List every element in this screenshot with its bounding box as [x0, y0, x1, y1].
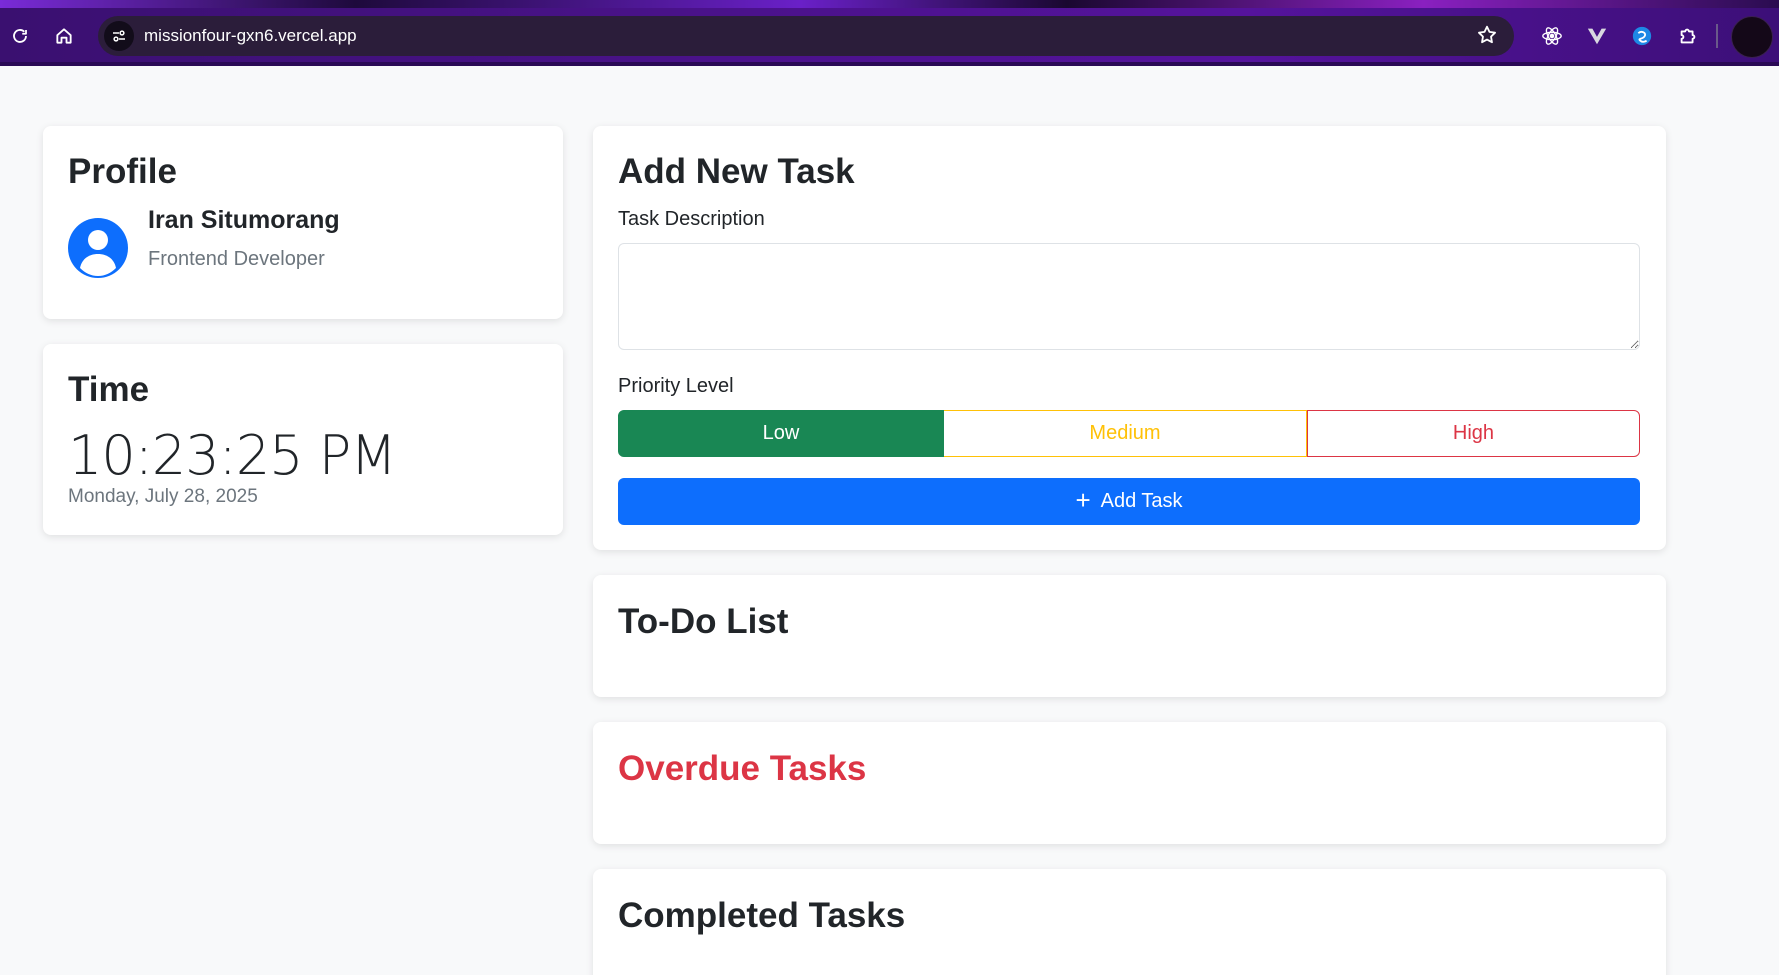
profile-avatar[interactable] — [1731, 16, 1773, 58]
priority-high-button[interactable]: High — [1307, 410, 1640, 457]
overdue-tasks-title: Overdue Tasks — [618, 749, 867, 788]
toolbar-divider — [0, 62, 1779, 66]
react-devtools-icon[interactable] — [1538, 22, 1566, 50]
overdue-tasks-card: Overdue Tasks — [593, 722, 1666, 844]
site-info-icon[interactable] — [104, 21, 134, 51]
priority-button-group: Low Medium High — [618, 410, 1640, 457]
add-task-title: Add New Task — [618, 152, 855, 191]
priority-low-button[interactable]: Low — [618, 410, 944, 457]
profile-card: Profile Iran Situmorang Frontend Develop… — [43, 126, 563, 319]
extensions-puzzle-icon[interactable] — [1674, 22, 1702, 50]
reload-icon[interactable] — [6, 22, 34, 50]
todo-list-title: To-Do List — [618, 602, 789, 641]
url-text[interactable]: missionfour-gxn6.vercel.app — [144, 26, 357, 46]
completed-tasks-title: Completed Tasks — [618, 896, 906, 935]
profile-name: Iran Situmorang — [148, 206, 340, 234]
add-task-button-label: Add Task — [1100, 490, 1183, 512]
extension-blue-icon[interactable] — [1628, 22, 1656, 50]
priority-medium-button[interactable]: Medium — [944, 410, 1307, 457]
bookmark-star-icon[interactable] — [1476, 24, 1498, 51]
home-icon[interactable] — [50, 22, 78, 50]
clock-display: 10:23:25 PM — [68, 424, 397, 487]
date-display: Monday, July 28, 2025 — [68, 486, 258, 507]
vue-devtools-icon[interactable] — [1583, 22, 1611, 50]
priority-level-label: Priority Level — [618, 375, 734, 397]
task-description-label: Task Description — [618, 208, 765, 230]
toolbar-separator — [1716, 24, 1718, 48]
completed-tasks-card: Completed Tasks — [593, 869, 1666, 975]
add-task-card: Add New Task Task Description Priority L… — [593, 126, 1666, 550]
add-task-button[interactable]: + Add Task — [618, 478, 1640, 525]
tab-strip — [0, 0, 1779, 8]
todo-list-card: To-Do List — [593, 575, 1666, 697]
user-avatar-icon — [68, 218, 128, 278]
browser-toolbar: missionfour-gxn6.vercel.app — [0, 0, 1779, 66]
profile-title: Profile — [68, 152, 177, 191]
profile-role: Frontend Developer — [148, 248, 325, 270]
address-bar[interactable]: missionfour-gxn6.vercel.app — [98, 16, 1514, 56]
time-card: Time 10:23:25 PM Monday, July 28, 2025 — [43, 344, 563, 535]
time-title: Time — [68, 370, 150, 409]
plus-icon: + — [1075, 484, 1091, 515]
task-description-input[interactable] — [618, 243, 1640, 350]
